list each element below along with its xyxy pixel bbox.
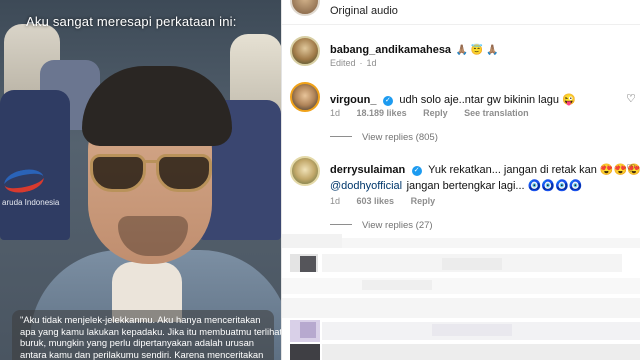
video-caption-top: Aku sangat meresapi perkataan ini: — [26, 14, 237, 29]
edited-label: Edited — [330, 58, 356, 68]
comment-time: 1d — [330, 108, 341, 118]
comment-time: 1d — [366, 58, 377, 68]
comment-likes[interactable]: 18.189 likes — [357, 108, 407, 118]
blur-block — [300, 256, 316, 272]
avatar[interactable] — [290, 36, 320, 66]
blur-block — [290, 344, 320, 360]
blur-block — [432, 324, 512, 336]
comment-time: 1d — [330, 196, 341, 206]
comment-derry-line2: @dodhyofficial jangan bertengkar lagi...… — [330, 176, 582, 194]
sunglasses-bridge — [144, 160, 158, 163]
airplane-seat — [0, 90, 70, 240]
view-replies-label[interactable]: View replies (805) — [362, 132, 438, 143]
mention-link[interactable]: @dodhyofficial — [330, 180, 402, 192]
verified-badge-icon: ✓ — [411, 166, 422, 176]
blur-block — [342, 238, 640, 248]
video-caption-box: "Aku tidak menjelek-jelekkanmu. Aku hany… — [12, 310, 281, 360]
view-replies-button[interactable]: View replies (805) — [330, 132, 438, 143]
like-heart-icon[interactable]: ♡ — [626, 92, 636, 105]
like-heart-icon[interactable]: ♡ — [626, 162, 636, 175]
blur-block — [300, 322, 316, 338]
blur-block — [362, 280, 432, 290]
sunglasses-icon — [90, 154, 146, 192]
reply-button[interactable]: Reply — [411, 196, 436, 206]
comment-virgoun: virgoun_ ✓ udh solo aje..ntar gw bikinin… — [330, 90, 576, 108]
avatar[interactable] — [290, 156, 320, 186]
caption-line: "Aku tidak menjelek-jelekkanmu. Aku hany… — [20, 314, 261, 325]
comment-username[interactable]: derrysulaiman — [330, 164, 405, 176]
comment-text: jangan bertengkar lagi... 🧿🧿🧿🧿 — [406, 180, 583, 192]
comment-text: Yuk rekatkan... jangan di retak kan 😍😍😍 — [428, 164, 640, 176]
comment-meta: Edited · 1d — [330, 58, 377, 68]
seat-cover-text: aruda Indonesia — [2, 198, 60, 207]
blurred-comments-region — [282, 232, 640, 360]
caption-line: apa yang kamu lakukan kepadaku. Jika itu… — [20, 325, 281, 337]
reel-video[interactable]: aruda Indonesia Aku sangat meresapi perk… — [0, 0, 281, 360]
avatar[interactable] — [290, 82, 320, 112]
reply-line-divider — [330, 136, 352, 137]
blur-block — [442, 258, 502, 270]
see-translation-link[interactable]: See translation — [464, 108, 529, 118]
reply-line-divider — [330, 224, 352, 225]
comment-likes[interactable]: 603 likes — [357, 196, 395, 206]
comment-meta: 1d 18.189 likes Reply See translation — [330, 108, 543, 118]
original-audio-link[interactable]: Original audio — [330, 5, 398, 17]
comment-text: udh solo aje..ntar gw bikinin lagu 😜 — [399, 94, 576, 106]
caption-line: antara kamu dan perilakumu sendiri. Kare… — [20, 348, 264, 360]
blur-block — [322, 344, 640, 360]
comment-username[interactable]: babang_andikamahesa — [330, 44, 451, 56]
comment-username[interactable]: virgoun_ — [330, 94, 376, 106]
reply-button[interactable]: Reply — [423, 108, 448, 118]
sunglasses-icon — [156, 154, 212, 192]
person-hair — [82, 66, 232, 146]
caption-line: buruk, mungkin yang perlu dipertanyakan … — [20, 337, 255, 348]
comment-babang: babang_andikamahesa 🙏🏽 😇 🙏🏽 — [330, 40, 498, 58]
blur-block — [282, 278, 640, 294]
comment-meta: 1d 603 likes Reply — [330, 196, 449, 206]
header-divider — [282, 24, 640, 25]
avatar[interactable] — [290, 0, 320, 16]
view-replies-label[interactable]: View replies (27) — [362, 220, 433, 231]
blur-block — [282, 234, 342, 248]
blur-block — [282, 298, 640, 318]
view-replies-button[interactable]: View replies (27) — [330, 220, 433, 231]
comments-panel: Original audio babang_andikamahesa 🙏🏽 😇 … — [282, 0, 640, 360]
verified-badge-icon: ✓ — [382, 96, 393, 106]
post-header: Original audio — [282, 0, 640, 20]
comment-text: 🙏🏽 😇 🙏🏽 — [455, 45, 499, 56]
